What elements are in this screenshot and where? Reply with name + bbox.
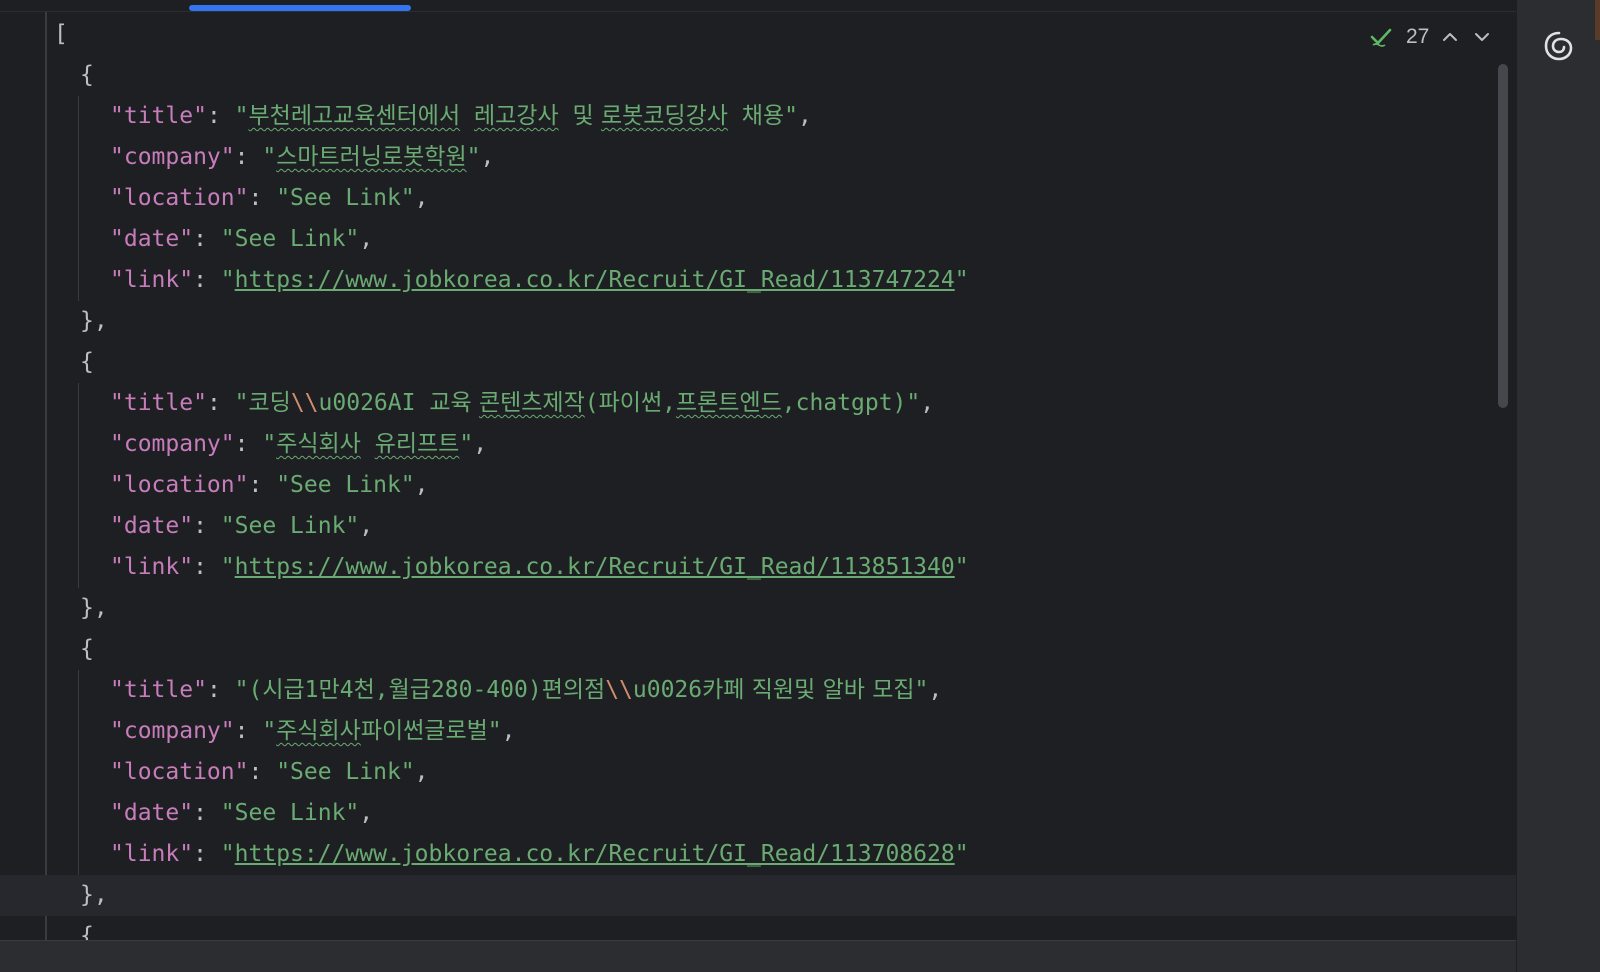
active-tab-indicator[interactable] [189, 5, 411, 11]
object-open-brace: { [80, 62, 94, 88]
json-field-title: "title": "부천레고교육센터에서 레고강사 및 로봇코딩강사 채용", [110, 103, 812, 129]
json-field-location: "location": "See Link", [110, 472, 429, 498]
code-line[interactable]: "company": "주식회사 유리프트", [0, 424, 1516, 465]
json-field-company: "company": "주식회사 유리프트", [110, 431, 488, 457]
code-line[interactable]: "date": "See Link", [0, 793, 1516, 834]
json-field-company: "company": "주식회사파이썬글로벌", [110, 718, 516, 744]
json-editor-window: [ { "title": "부천레고교육센터에서 레고강사 및 로봇코딩강사 채용"… [0, 0, 1600, 972]
code-line[interactable]: }, [0, 301, 1516, 342]
code-line[interactable]: "date": "See Link", [0, 219, 1516, 260]
code-line[interactable]: [ [0, 14, 1516, 55]
scrollbar-thumb[interactable] [1498, 64, 1508, 408]
chevron-down-icon [1471, 26, 1493, 48]
json-field-location: "location": "See Link", [110, 185, 429, 211]
vertical-scrollbar[interactable] [1494, 12, 1510, 940]
json-field-link: "link": "https://www.jobkorea.co.kr/Recr… [110, 841, 969, 867]
editor-tab-strip [0, 0, 1516, 12]
json-field-date: "date": "See Link", [110, 226, 374, 252]
object-open-brace: { [80, 349, 94, 375]
object-close-brace: }, [80, 308, 108, 334]
ai-assistant-spiral-icon [1542, 29, 1576, 67]
code-line[interactable]: { [0, 55, 1516, 96]
object-open-brace: { [80, 636, 94, 662]
double-check-icon[interactable] [1370, 26, 1396, 48]
code-line[interactable]: "date": "See Link", [0, 506, 1516, 547]
code-line[interactable]: { [0, 916, 1516, 940]
code-line[interactable]: { [0, 629, 1516, 670]
array-open-bracket: [ [54, 21, 68, 47]
json-field-date: "date": "See Link", [110, 800, 374, 826]
code-editor[interactable]: [ { "title": "부천레고교육센터에서 레고강사 및 로봇코딩강사 채용"… [0, 12, 1516, 940]
code-line[interactable]: "link": "https://www.jobkorea.co.kr/Recr… [0, 547, 1516, 588]
ai-assistant-button[interactable] [1537, 26, 1581, 70]
object-close-brace: }, [80, 882, 108, 908]
window-edge-marker [1595, 0, 1600, 40]
code-line[interactable]: "title": "부천레고교육센터에서 레고강사 및 로봇코딩강사 채용", [0, 96, 1516, 137]
previous-highlight-button[interactable] [1439, 26, 1461, 48]
object-open-brace: { [80, 923, 94, 940]
next-highlight-button[interactable] [1471, 26, 1493, 48]
indent-guide [78, 670, 79, 875]
json-field-company: "company": "스마트러닝로봇학원", [110, 144, 495, 170]
code-line[interactable]: }, [0, 588, 1516, 629]
json-field-title: "title": "(시급1만4천,월급280-400)편의점\\u0026카페… [110, 677, 943, 703]
json-field-link: "link": "https://www.jobkorea.co.kr/Recr… [110, 267, 969, 293]
chevron-up-icon [1439, 26, 1461, 48]
code-line[interactable]: "title": "(시급1만4천,월급280-400)편의점\\u0026카페… [0, 670, 1516, 711]
code-line[interactable]: "link": "https://www.jobkorea.co.kr/Recr… [0, 260, 1516, 301]
inspection-count: 27 [1406, 25, 1430, 48]
editor-bottom-bar [0, 940, 1516, 972]
json-field-title: "title": "코딩\\u0026AI 교육 콘텐츠제작(파이썬,프론트엔드… [110, 390, 935, 416]
indent-guide [78, 96, 79, 301]
code-line[interactable]: "location": "See Link", [0, 465, 1516, 506]
code-line[interactable]: "link": "https://www.jobkorea.co.kr/Recr… [0, 834, 1516, 875]
code-line[interactable]: "location": "See Link", [0, 178, 1516, 219]
indent-guide [78, 383, 79, 588]
code-line[interactable]: "title": "코딩\\u0026AI 교육 콘텐츠제작(파이썬,프론트엔드… [0, 383, 1516, 424]
code-line[interactable]: "company": "주식회사파이썬글로벌", [0, 711, 1516, 752]
json-field-link: "link": "https://www.jobkorea.co.kr/Recr… [110, 554, 969, 580]
json-field-date: "date": "See Link", [110, 513, 374, 539]
json-field-location: "location": "See Link", [110, 759, 429, 785]
object-close-brace: }, [80, 595, 108, 621]
code-line[interactable]: "location": "See Link", [0, 752, 1516, 793]
right-tool-strip [1516, 0, 1600, 972]
code-line[interactable]: { [0, 342, 1516, 383]
code-line[interactable]: "company": "스마트러닝로봇학원", [0, 137, 1516, 178]
code-line[interactable]: }, [0, 875, 1516, 916]
inspection-widget[interactable]: 27 [1370, 20, 1493, 54]
